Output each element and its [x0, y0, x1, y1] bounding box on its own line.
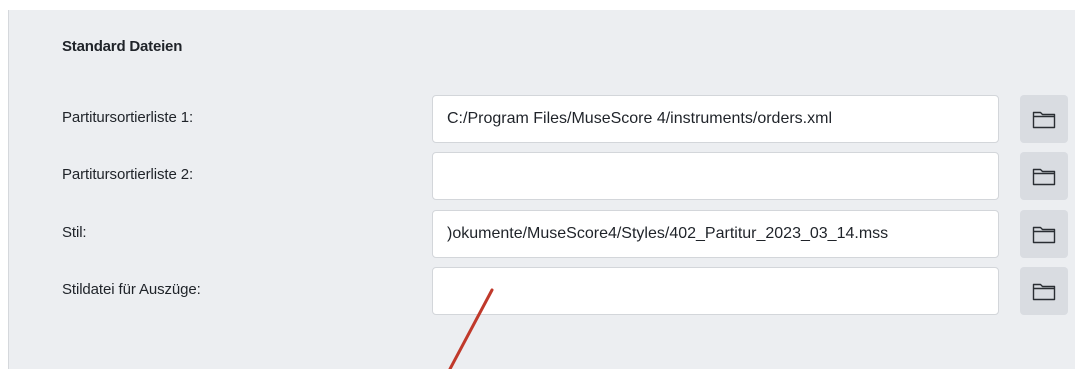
- partitursortierliste-2-input[interactable]: [432, 152, 999, 200]
- row-partitursortierliste-2: Partitursortierliste 2:: [0, 152, 1075, 200]
- folder-icon: [1032, 283, 1056, 301]
- section-title: Standard Dateien: [62, 38, 183, 55]
- stildatei-fuer-auszuege-label: Stildatei für Auszüge:: [62, 281, 201, 298]
- row-stildatei-fuer-auszuege: Stildatei für Auszüge:: [0, 267, 1075, 315]
- row-stil: Stil:: [0, 210, 1075, 258]
- row-partitursortierliste-1: Partitursortierliste 1:: [0, 95, 1075, 143]
- partitursortierliste-2-label: Partitursortierliste 2:: [62, 166, 194, 183]
- stil-label: Stil:: [62, 224, 87, 241]
- partitursortierliste-1-label: Partitursortierliste 1:: [62, 109, 194, 126]
- stildatei-fuer-auszuege-browse-button[interactable]: [1020, 267, 1068, 315]
- stil-input[interactable]: [432, 210, 999, 258]
- partitursortierliste-2-browse-button[interactable]: [1020, 152, 1068, 200]
- stildatei-fuer-auszuege-input[interactable]: [432, 267, 999, 315]
- folder-icon: [1032, 226, 1056, 244]
- partitursortierliste-1-browse-button[interactable]: [1020, 95, 1068, 143]
- folder-icon: [1032, 168, 1056, 186]
- folder-icon: [1032, 111, 1056, 129]
- partitursortierliste-1-input[interactable]: [432, 95, 999, 143]
- stil-browse-button[interactable]: [1020, 210, 1068, 258]
